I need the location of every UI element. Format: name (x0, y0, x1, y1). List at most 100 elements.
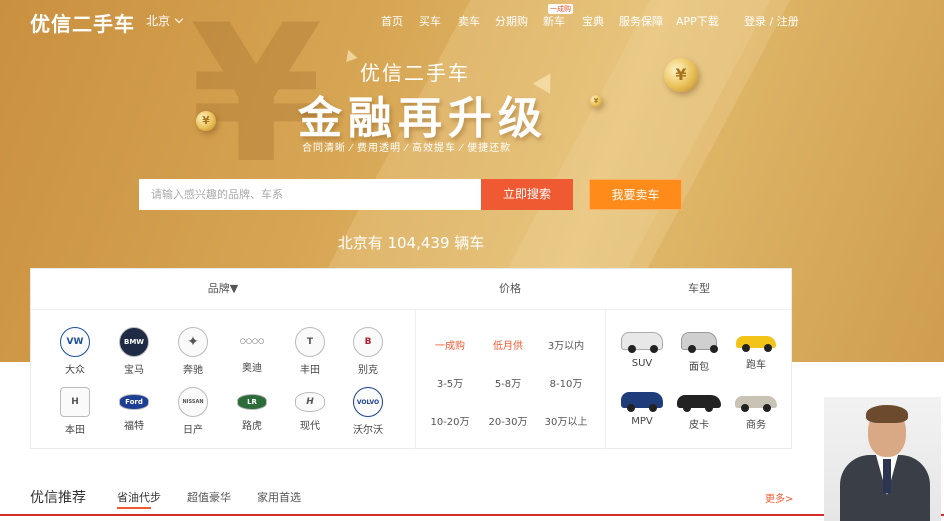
honda-logo-icon: H (60, 387, 90, 417)
tie-shape (883, 459, 891, 493)
hyundai-logo-icon: H (295, 392, 325, 412)
brand-item-toyota[interactable]: T 丰田 (288, 327, 332, 376)
price-option[interactable]: 3万以内 (536, 337, 596, 352)
type-header: 车型 (688, 282, 710, 295)
car-type-label: 商务 (746, 420, 766, 431)
brand-label: 福特 (124, 421, 144, 432)
hair-shape (866, 405, 908, 423)
price-option[interactable]: 30万以上 (536, 413, 596, 428)
car-type-van[interactable]: 面包 (674, 332, 724, 373)
spokesperson-photo[interactable] (824, 397, 941, 521)
brand-header[interactable]: 品牌▼ (31, 269, 415, 309)
site-logo[interactable]: 优信二手车 (30, 8, 135, 37)
city-selector[interactable]: 北京 (146, 12, 184, 29)
tab-family[interactable]: 家用首选 (257, 489, 301, 505)
top-navigation: 优信二手车 北京 首页 买车 卖车 分期购 新车 一成购 宝典 服务保障 APP… (0, 0, 944, 38)
car-type-label: 跑车 (746, 360, 766, 371)
brand-item-audi[interactable]: ○○○○ 奥迪 (230, 327, 274, 374)
sell-car-button[interactable]: 我要卖车 (589, 179, 682, 210)
nissan-logo-icon: NISSAN (178, 387, 208, 417)
brand-label: 本田 (65, 425, 85, 436)
brand-label: 别克 (358, 365, 378, 376)
nav-item-home[interactable]: 首页 (381, 13, 403, 29)
new-car-badge: 一成购 (548, 4, 573, 14)
nav-item-new-car[interactable]: 新车 (543, 13, 565, 29)
price-option[interactable]: 一成购 (420, 337, 480, 352)
brand-label: 奥迪 (242, 363, 262, 374)
tab-economy[interactable]: 省油代步 (117, 489, 161, 505)
price-option[interactable]: 低月供 (478, 337, 538, 352)
nav-item-service[interactable]: 服务保障 (619, 13, 663, 29)
search-button[interactable]: 立即搜索 (481, 179, 573, 210)
brand-label: 路虎 (242, 421, 262, 432)
brand-item-benz[interactable]: ✦ 奔驰 (171, 327, 215, 376)
nav-item-guide[interactable]: 宝典 (582, 13, 604, 29)
toyota-logo-icon: T (295, 327, 325, 357)
coin-icon: ¥ (664, 58, 698, 92)
landrover-logo-icon: LR (237, 394, 267, 410)
price-option[interactable]: 8-10万 (536, 375, 596, 390)
car-type-business[interactable]: 商务 (731, 392, 781, 431)
brand-item-nissan[interactable]: NISSAN 日产 (171, 387, 215, 436)
mpv-car-icon (621, 392, 663, 412)
price-header: 价格 (499, 282, 521, 295)
divider (605, 309, 606, 449)
login-register-link[interactable]: 登录 / 注册 (744, 13, 799, 29)
price-option[interactable]: 3-5万 (420, 375, 480, 390)
more-link[interactable]: 更多> (765, 490, 793, 505)
brand-item-buick[interactable]: B 别克 (346, 327, 390, 376)
tab-luxury[interactable]: 超值豪华 (187, 489, 231, 505)
active-tab-indicator (117, 507, 151, 509)
nav-item-installment[interactable]: 分期购 (495, 13, 528, 29)
recommend-title: 优信推荐 (30, 490, 86, 506)
brand-label: 沃尔沃 (353, 425, 383, 436)
car-type-suv[interactable]: SUV (617, 332, 667, 369)
car-type-mpv[interactable]: MPV (617, 392, 667, 427)
brand-label: 大众 (65, 365, 85, 376)
brand-item-vw[interactable]: VW 大众 (53, 327, 97, 376)
van-car-icon (681, 332, 717, 353)
brand-label: 奔驰 (183, 365, 203, 376)
car-type-label: SUV (631, 358, 653, 369)
brand-label: 宝马 (124, 365, 144, 376)
brand-item-ford[interactable]: Ford 福特 (112, 387, 156, 432)
chevron-down-icon (174, 14, 184, 24)
sedan-car-icon (735, 396, 777, 412)
divider (415, 309, 416, 449)
pickup-car-icon (677, 395, 721, 412)
car-type-sports[interactable]: 跑车 (731, 332, 781, 371)
vw-logo-icon: VW (60, 327, 90, 357)
triangle-decoration (342, 47, 358, 63)
brand-item-honda[interactable]: H 本田 (53, 387, 97, 436)
car-type-pickup[interactable]: 皮卡 (674, 392, 724, 431)
price-option[interactable]: 5-8万 (478, 375, 538, 390)
suv-car-icon (621, 332, 663, 353)
price-option[interactable]: 10-20万 (420, 413, 480, 428)
brand-label: 现代 (300, 421, 320, 432)
ford-logo-icon: Ford (119, 394, 149, 410)
bmw-logo-icon: BMW (119, 327, 149, 357)
coin-icon: ¥ (196, 111, 216, 131)
price-option[interactable]: 20-30万 (478, 413, 538, 428)
nav-item-app-download[interactable]: APP下载 (676, 13, 719, 29)
volvo-logo-icon: VOLVO (353, 387, 383, 417)
car-type-label: 面包 (689, 362, 709, 373)
search-input[interactable] (139, 179, 481, 210)
city-label: 北京 (146, 14, 171, 28)
nav-item-sell[interactable]: 卖车 (458, 13, 480, 29)
brand-item-bmw[interactable]: BMW 宝马 (112, 327, 156, 376)
nav-item-buy[interactable]: 买车 (419, 13, 441, 29)
brand-item-hyundai[interactable]: H 现代 (288, 387, 332, 432)
hero-title: 金融再升级 (298, 93, 548, 144)
brand-label: 日产 (183, 425, 203, 436)
brand-label: 丰田 (300, 365, 320, 376)
buick-logo-icon: B (353, 327, 383, 357)
divider (0, 514, 944, 516)
car-type-label: MPV (631, 416, 653, 427)
divider (31, 309, 791, 310)
hero-tags: 合同清晰 ⁄ 费用透明 ⁄ 高效提车 ⁄ 便捷还款 (302, 143, 512, 154)
brand-item-volvo[interactable]: VOLVO 沃尔沃 (346, 387, 390, 436)
sports-car-icon (736, 336, 776, 352)
car-count: 北京有 104,439 辆车 (337, 234, 485, 252)
brand-item-landrover[interactable]: LR 路虎 (230, 387, 274, 432)
